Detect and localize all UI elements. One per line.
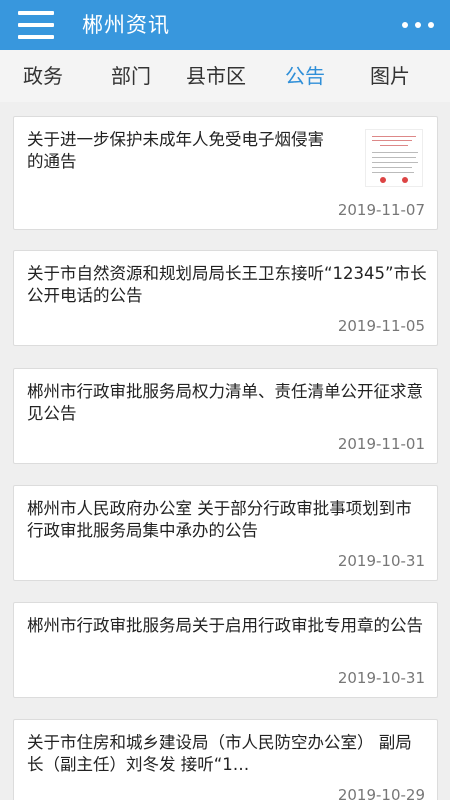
hamburger-menu-icon[interactable]	[18, 10, 54, 40]
article-card[interactable]: 关于进一步保护未成年人免受电子烟侵害的通告 2019-11-07	[13, 116, 438, 230]
article-title: 关于进一步保护未成年人免受电子烟侵害的通告	[27, 130, 324, 171]
tab-departments[interactable]: 部门	[111, 50, 151, 102]
article-date: 2019-10-29	[337, 786, 425, 800]
article-date: 2019-11-01	[337, 435, 425, 453]
article-title: 郴州市行政审批服务局关于启用行政审批专用章的公告	[27, 616, 423, 635]
article-date: 2019-10-31	[337, 669, 425, 687]
article-date: 2019-11-07	[337, 201, 425, 219]
article-title: 郴州市人民政府办公室 关于部分行政审批事项划到市行政审批服务局集中承办的公告	[27, 499, 412, 540]
article-thumbnail	[365, 129, 423, 187]
article-card[interactable]: 郴州市行政审批服务局权力清单、责任清单公开征求意见公告 2019-11-01	[13, 368, 438, 464]
article-title: 关于市自然资源和规划局局长王卫东接听“12345”市长公开电话的公告	[27, 264, 427, 305]
app-header: 郴州资讯	[0, 0, 450, 50]
article-date: 2019-11-05	[337, 317, 425, 335]
article-card[interactable]: 关于市住房和城乡建设局（市人民防空办公室） 副局长（副主任）刘冬发 接听“1… …	[13, 719, 438, 800]
more-dots-icon[interactable]	[402, 12, 434, 38]
tab-pictures[interactable]: 图片	[370, 50, 410, 102]
article-title: 郴州市行政审批服务局权力清单、责任清单公开征求意见公告	[27, 382, 423, 423]
tab-announcements[interactable]: 公告	[285, 50, 325, 102]
article-card[interactable]: 郴州市人民政府办公室 关于部分行政审批事项划到市行政审批服务局集中承办的公告 2…	[13, 485, 438, 581]
article-title: 关于市住房和城乡建设局（市人民防空办公室） 副局长（副主任）刘冬发 接听“1…	[27, 733, 412, 774]
article-card[interactable]: 郴州市行政审批服务局关于启用行政审批专用章的公告 2019-10-31	[13, 602, 438, 698]
article-date: 2019-10-31	[337, 552, 425, 570]
category-tabs: 政务 部门 县市区 公告 图片	[0, 50, 450, 102]
tab-counties[interactable]: 县市区	[186, 50, 246, 102]
tab-government[interactable]: 政务	[23, 50, 63, 102]
article-card[interactable]: 关于市自然资源和规划局局长王卫东接听“12345”市长公开电话的公告 2019-…	[13, 250, 438, 346]
page-title: 郴州资讯	[82, 13, 170, 37]
